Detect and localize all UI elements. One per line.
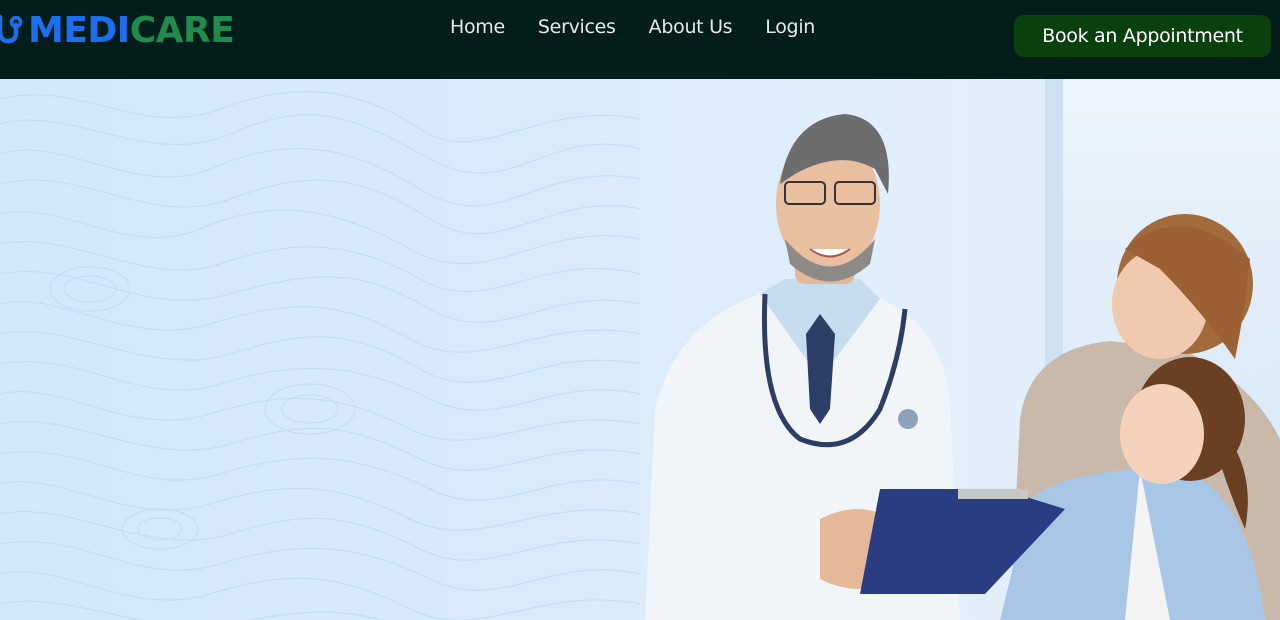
nav-link-services[interactable]: Services: [538, 16, 616, 38]
book-appointment-button[interactable]: Book an Appointment: [1014, 15, 1271, 57]
hero-photo-doctor-family: [645, 114, 1280, 620]
brand-logo[interactable]: MEDICARE: [0, 8, 235, 54]
top-navbar: MEDICARE Home Services About Us Login Bo…: [0, 0, 1280, 79]
nav-link-about-us[interactable]: About Us: [649, 16, 733, 38]
brand-name-part1: MEDI: [28, 10, 130, 51]
brand-name: MEDICARE: [28, 8, 235, 54]
main-navigation: Home Services About Us Login: [450, 12, 815, 42]
stethoscope-icon: [0, 14, 23, 44]
brand-name-part2: CARE: [129, 10, 235, 51]
nav-link-home[interactable]: Home: [450, 16, 505, 38]
hero-section: [0, 79, 1280, 620]
doctor-figure: [645, 114, 1065, 620]
nav-link-login[interactable]: Login: [765, 16, 815, 38]
